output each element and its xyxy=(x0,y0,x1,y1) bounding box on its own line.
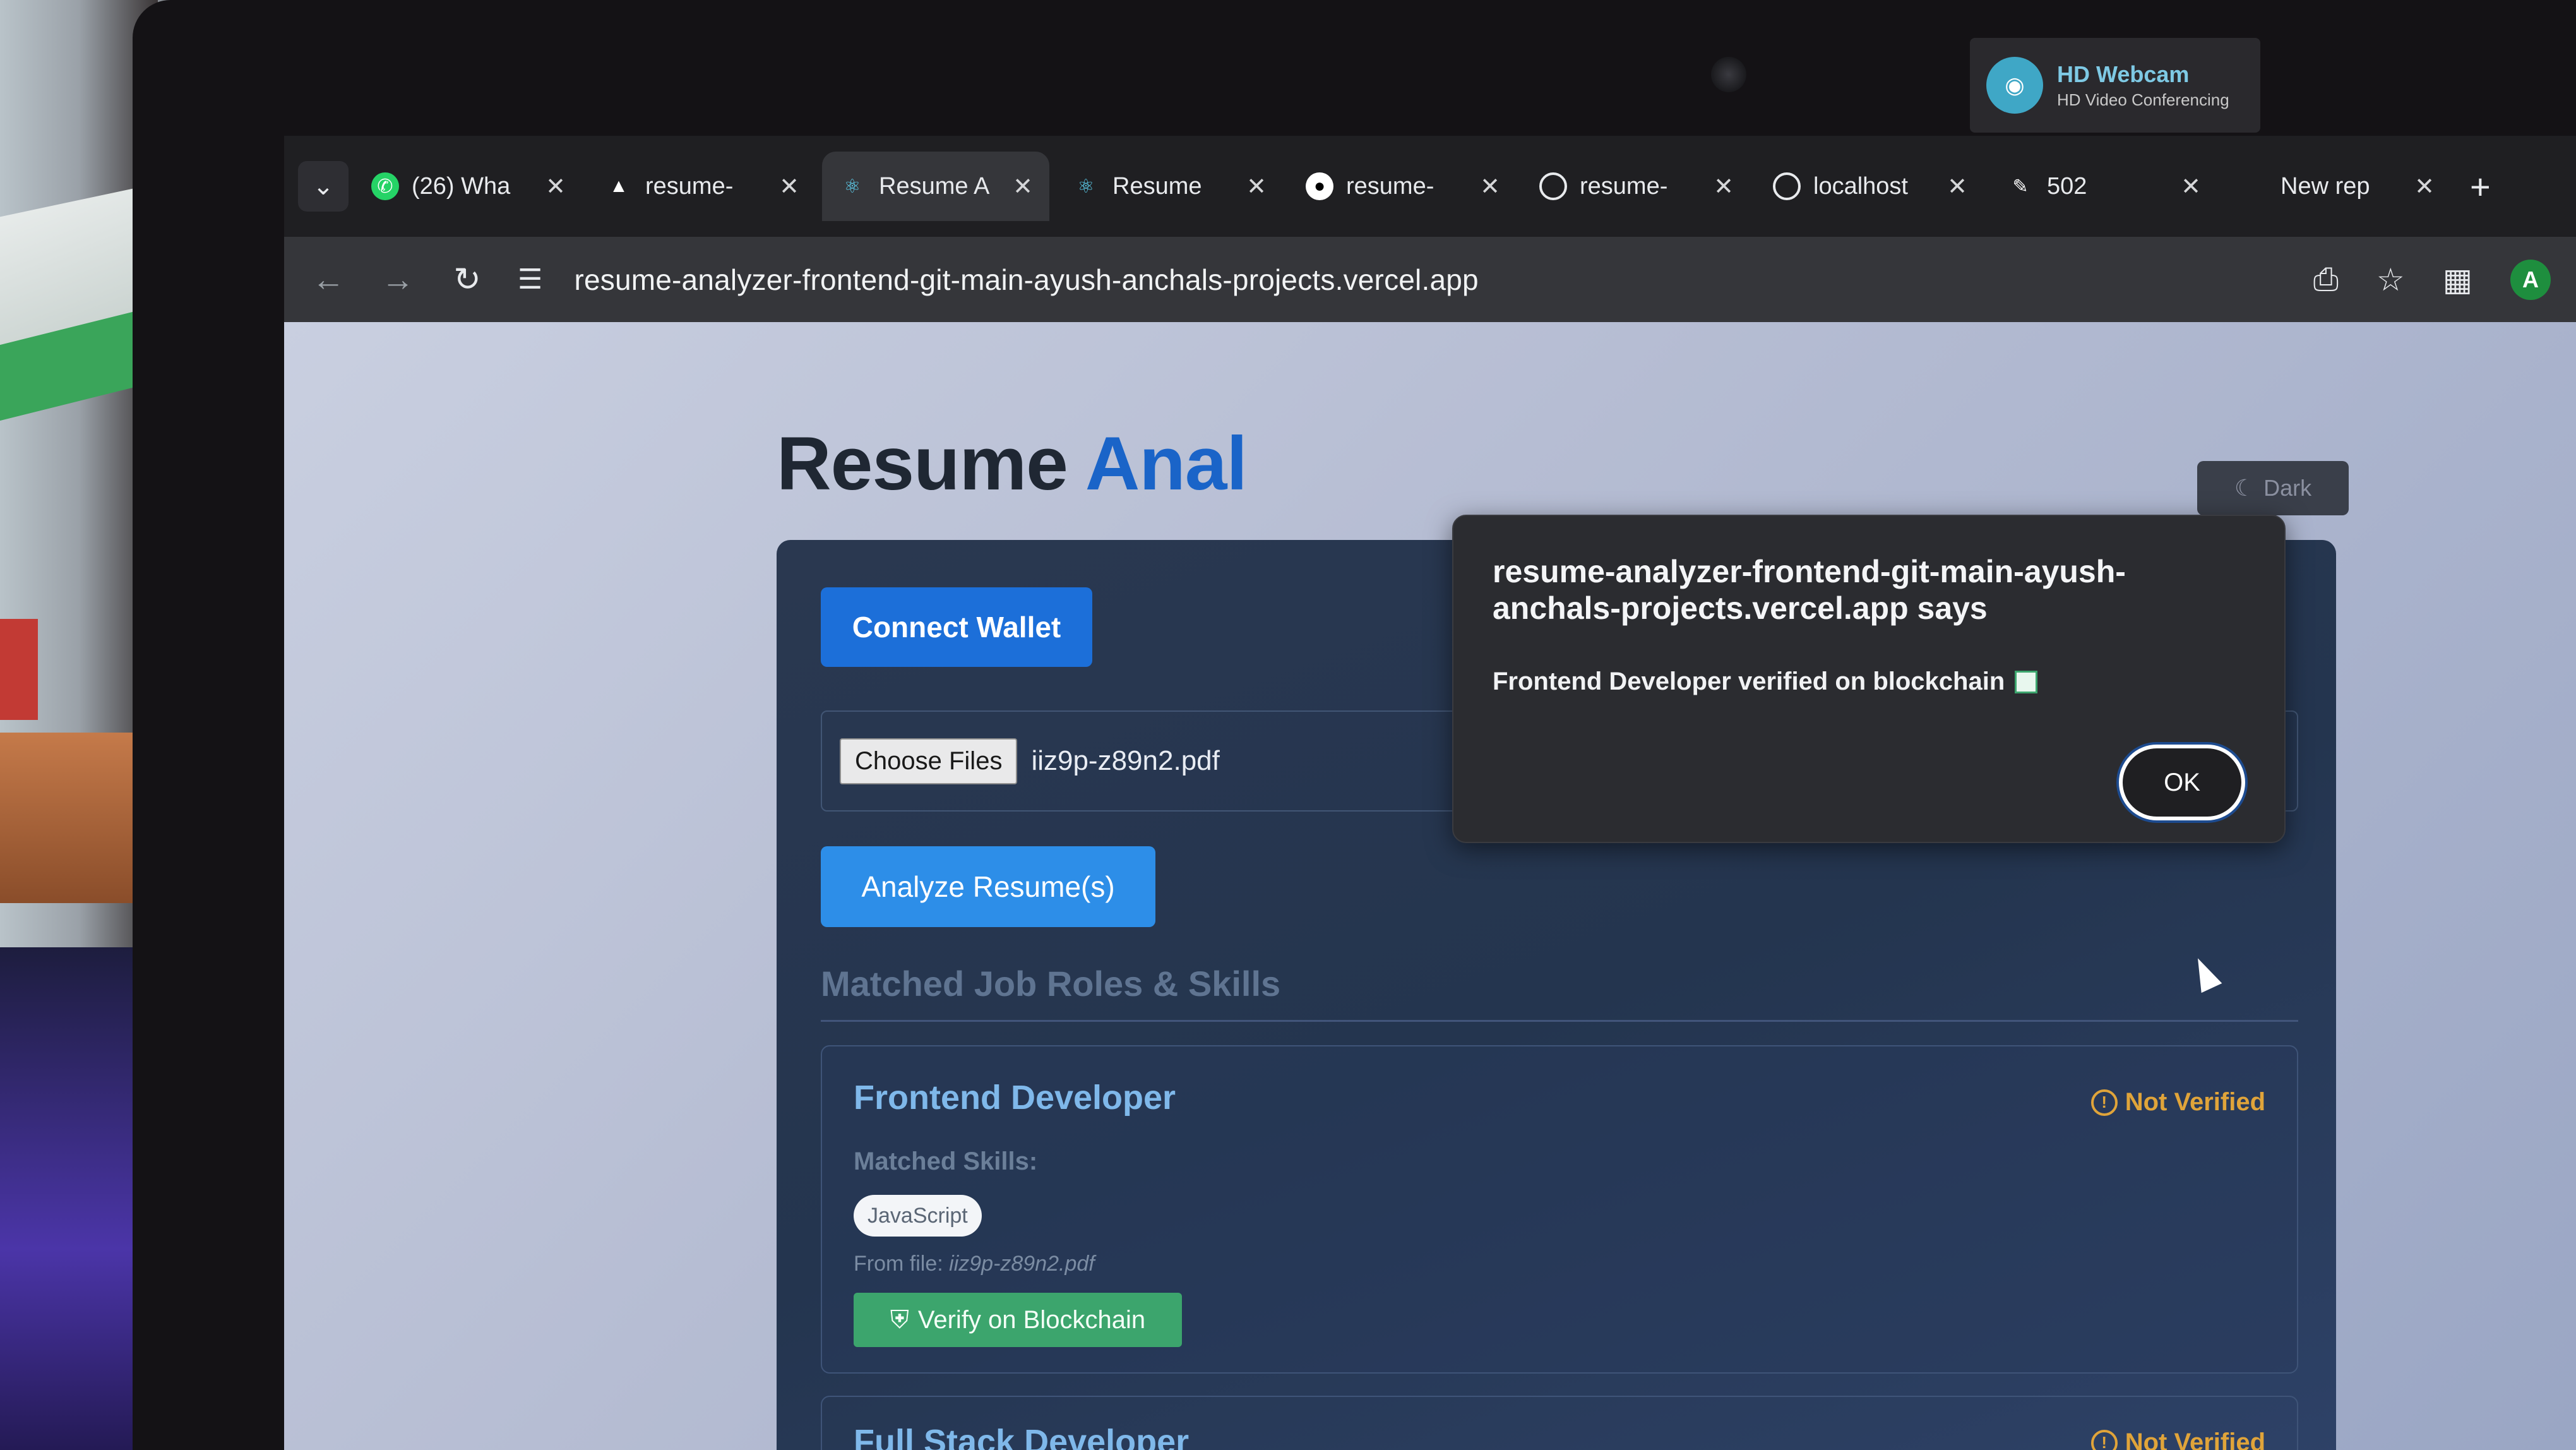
tab-whatsapp[interactable]: ✆ (26) Wha ✕ xyxy=(355,152,582,221)
globe-icon xyxy=(1773,172,1801,200)
alert-circle-icon: ! xyxy=(2090,1429,2118,1450)
status-badge: ! Not Verified xyxy=(2090,1429,2265,1450)
alert-dialog: resume-analyzer-frontend-git-main-ayush-… xyxy=(1452,515,2286,843)
title-part2: Anal xyxy=(1085,421,1248,506)
react-icon: ⚛ xyxy=(1077,176,1095,197)
forward-arrow-icon[interactable]: → xyxy=(379,261,417,299)
profile-avatar[interactable]: A xyxy=(2510,259,2551,300)
tab-strip: ⌄ ✆ (26) Wha ✕ ▲ resume- ✕ ⚛ Resume A ✕ … xyxy=(284,136,2576,237)
blank-icon xyxy=(2240,172,2268,200)
close-icon[interactable]: ✕ xyxy=(2181,172,2201,201)
alert-circle-icon: ! xyxy=(2090,1089,2118,1116)
close-icon[interactable]: ✕ xyxy=(1246,172,1267,201)
triangle-icon: ▲ xyxy=(609,176,628,196)
tab-resume[interactable]: ⚛ Resume ✕ xyxy=(1056,152,1283,221)
page-icon: ✎ xyxy=(2012,176,2029,197)
from-file-text: From file: iiz9p-z89n2.pdf xyxy=(854,1252,1095,1276)
web-page: Resume Anal ☾ Dark Connect Wallet Choose… xyxy=(284,322,2576,1450)
tab-label: 502 xyxy=(2047,172,2087,200)
connect-wallet-button[interactable]: Connect Wallet xyxy=(821,587,1092,667)
react-icon: ⚛ xyxy=(844,176,861,197)
install-app-icon[interactable]: ⎙ xyxy=(2313,261,2339,298)
verify-button-label: Verify on Blockchain xyxy=(917,1305,1146,1334)
close-icon[interactable]: ✕ xyxy=(1013,172,1033,201)
title-part1: Resume xyxy=(777,421,1068,506)
camera-icon: ◉ xyxy=(1986,57,2043,114)
purple-object xyxy=(0,947,152,1450)
dark-mode-toggle[interactable]: ☾ Dark xyxy=(2197,461,2349,515)
new-tab-icon[interactable]: + xyxy=(2457,166,2491,207)
matched-skills-label: Matched Skills: xyxy=(854,1147,1038,1175)
close-icon[interactable]: ✕ xyxy=(1714,172,1734,201)
tab-label: Resume xyxy=(1112,172,1202,200)
tab-resume-vercel[interactable]: ▲ resume- ✕ xyxy=(588,152,816,221)
browser-toolbar: ← → ↻ ☰ resume-analyzer-frontend-git-mai… xyxy=(284,237,2576,322)
dialog-title: resume-analyzer-frontend-git-main-ayush-… xyxy=(1493,554,2126,626)
webcam-title: HD Webcam xyxy=(2057,61,2190,87)
moon-icon: ☾ xyxy=(2234,475,2255,501)
red-object xyxy=(0,619,38,720)
status-label: Not Verified xyxy=(2125,1088,2265,1116)
tab-resume-globe[interactable]: resume- ✕ xyxy=(1523,152,1750,221)
reload-icon[interactable]: ↻ xyxy=(448,261,486,299)
tab-label: resume- xyxy=(645,172,734,200)
tab-localhost[interactable]: localhost ✕ xyxy=(1756,152,1984,221)
from-file-name: iiz9p-z89n2.pdf xyxy=(949,1252,1095,1276)
site-settings-icon[interactable]: ☰ xyxy=(518,263,542,296)
close-icon[interactable]: ✕ xyxy=(779,172,799,201)
tab-resume-analyzer-active[interactable]: ⚛ Resume A ✕ xyxy=(822,152,1049,221)
choose-files-button[interactable]: Choose Files xyxy=(840,738,1018,784)
tab-search-button[interactable]: ⌄ xyxy=(298,161,349,212)
check-mark-icon xyxy=(2015,670,2038,693)
webcam-subtitle: HD Video Conferencing xyxy=(2057,90,2229,109)
page-title: Resume Anal xyxy=(777,420,1248,507)
tab-resume-github[interactable]: ● resume- ✕ xyxy=(1289,152,1517,221)
back-arrow-icon[interactable]: ← xyxy=(309,261,347,299)
dark-toggle-label: Dark xyxy=(2263,475,2312,501)
section-title: Matched Job Roles & Skills xyxy=(821,964,1281,1004)
tab-label: resume- xyxy=(1346,172,1434,200)
role-card: Full Stack Developer ! Not Verified xyxy=(821,1396,2298,1450)
webcam-sticker: ◉ HD Webcam HD Video Conferencing xyxy=(1970,38,2260,133)
tab-label: Resume A xyxy=(879,172,990,200)
webcam-lens xyxy=(1711,57,1746,92)
tab-new-rep[interactable]: New rep ✕ xyxy=(2224,152,2451,221)
tab-label: New rep xyxy=(2281,172,2370,200)
selected-file-name: iiz9p-z89n2.pdf xyxy=(1031,745,1220,776)
close-icon[interactable]: ✕ xyxy=(546,172,566,201)
whatsapp-icon: ✆ xyxy=(371,172,399,200)
shield-check-icon: ⛨ xyxy=(890,1305,909,1334)
tab-502[interactable]: ✎ 502 ✕ xyxy=(1990,152,2217,221)
github-icon: ● xyxy=(1306,172,1333,200)
browser-window: ⌄ ✆ (26) Wha ✕ ▲ resume- ✕ ⚛ Resume A ✕ … xyxy=(284,136,2576,1450)
globe-icon xyxy=(1539,172,1567,200)
analyze-resume-button[interactable]: Analyze Resume(s) xyxy=(821,846,1155,927)
role-card: Frontend Developer ! Not Verified Matche… xyxy=(821,1045,2298,1374)
section-divider xyxy=(821,1020,2298,1022)
close-icon[interactable]: ✕ xyxy=(2414,172,2435,201)
tab-label: (26) Wha xyxy=(412,172,511,200)
toolbar-actions: ⎙ ☆ ▦ A xyxy=(2313,237,2551,322)
chevron-down-icon: ⌄ xyxy=(313,172,334,200)
role-title: Full Stack Developer xyxy=(854,1423,1190,1450)
tab-label: resume- xyxy=(1580,172,1668,200)
close-icon[interactable]: ✕ xyxy=(1480,172,1500,201)
close-icon[interactable]: ✕ xyxy=(1947,172,1967,201)
verify-blockchain-button[interactable]: ⛨ Verify on Blockchain xyxy=(854,1293,1182,1347)
address-bar[interactable]: resume-analyzer-frontend-git-main-ayush-… xyxy=(574,263,1478,297)
bookmark-star-icon[interactable]: ☆ xyxy=(2376,261,2405,298)
dialog-message-text: Frontend Developer verified on blockchai… xyxy=(1493,668,2005,695)
tab-label: localhost xyxy=(1813,172,1908,200)
from-file-prefix: From file: xyxy=(854,1252,943,1276)
role-title: Frontend Developer xyxy=(854,1079,1176,1117)
status-badge: ! Not Verified xyxy=(2090,1088,2265,1117)
ok-button[interactable]: OK xyxy=(2119,745,2245,820)
extensions-icon[interactable]: ▦ xyxy=(2443,261,2472,298)
brown-box xyxy=(0,733,152,903)
dialog-message: Frontend Developer verified on blockchai… xyxy=(1493,668,2038,696)
skill-tag: JavaScript xyxy=(854,1195,982,1237)
status-label: Not Verified xyxy=(2125,1429,2265,1450)
